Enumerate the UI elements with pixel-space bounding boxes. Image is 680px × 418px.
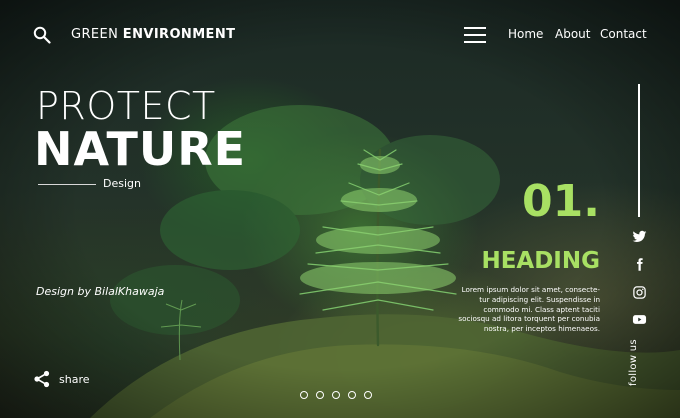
nav-home-link[interactable]: Home [508,27,543,41]
brand-name-bold: ENVIRONMENT [122,27,236,42]
youtube-icon[interactable] [631,311,647,327]
design-credit: Design by BilalKhawaja [36,285,165,298]
brand-name: GREEN ENVIRONMENT [71,27,235,42]
pager-dot-2[interactable] [316,391,324,399]
nav-contact-link[interactable]: Contact [600,27,647,41]
instagram-icon[interactable] [631,284,647,300]
follow-us-label: follow us [628,339,639,386]
social-divider [638,84,640,217]
hero-background: GREEN ENVIRONMENT Home About Contact PRO… [0,0,680,418]
design-label: Design [103,177,141,190]
nav-about-link[interactable]: About [555,27,590,41]
design-divider [38,184,96,185]
pager-dot-1[interactable] [300,391,308,399]
hero-title-line2: NATURE [34,122,247,176]
pager-dot-5[interactable] [364,391,372,399]
share-icon [34,370,50,388]
pager-dot-4[interactable] [348,391,356,399]
slide-number: 01. [522,176,600,227]
slide-heading: HEADING [481,248,600,274]
share-button[interactable]: share [33,370,90,388]
pager-dot-3[interactable] [332,391,340,399]
twitter-icon[interactable] [631,228,647,244]
share-label: share [59,372,90,386]
facebook-icon[interactable] [631,256,647,272]
brand-name-light: GREEN [71,27,123,42]
search-icon[interactable] [33,26,51,44]
hero-title-line1: PROTECT [36,84,216,128]
hamburger-menu-icon[interactable] [464,27,486,43]
slide-body-text: Lorem ipsum dolor sit amet, consecte-tur… [458,285,600,334]
slide-pager [300,391,372,399]
